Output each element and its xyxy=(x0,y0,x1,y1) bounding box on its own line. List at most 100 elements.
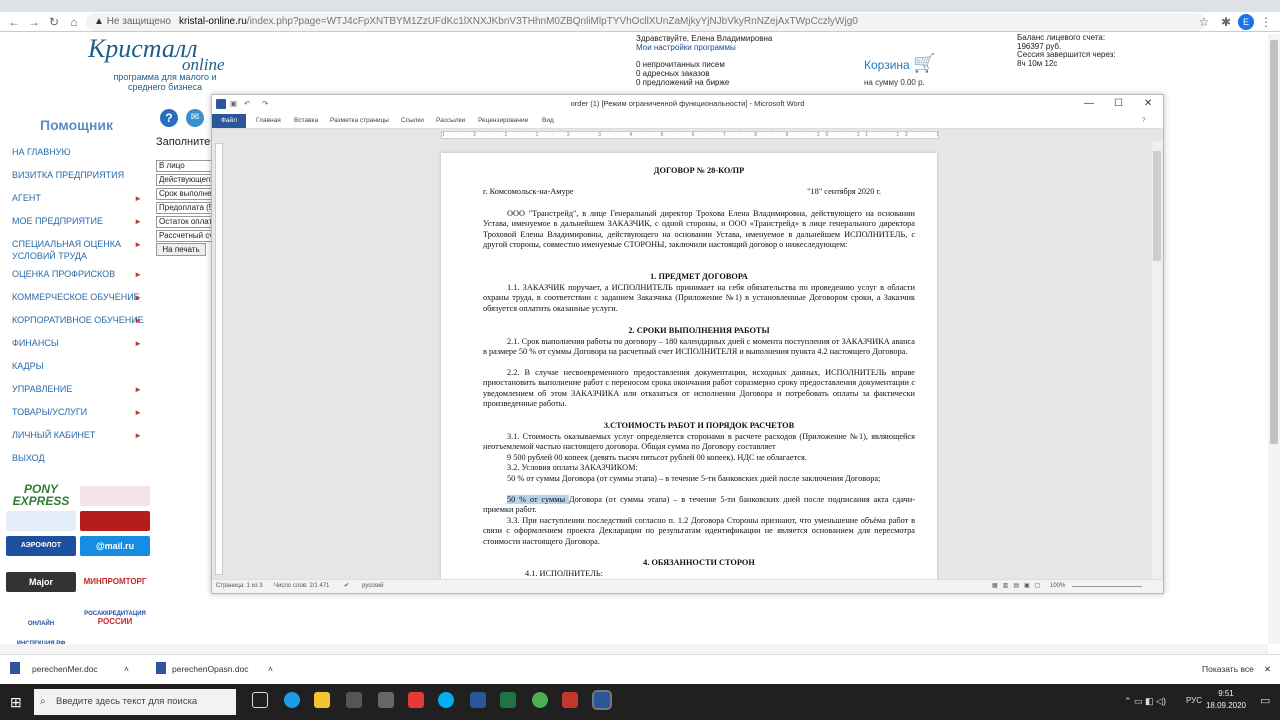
partner-online-inspection[interactable]: ОНЛАЙН ИНСПЕКЦИЯ.РФ xyxy=(6,614,76,647)
menu-item-finance[interactable]: ФИНАНСЫ ► xyxy=(12,337,152,360)
edge-icon[interactable] xyxy=(284,692,300,708)
input-language[interactable]: РУС xyxy=(1186,696,1202,705)
partner-minpromtorg[interactable]: МИНПРОМТОРГ РОССИИ xyxy=(80,562,150,626)
clock[interactable]: 9:51 18.09.2020 xyxy=(1206,688,1246,712)
form-field[interactable]: Действующего xyxy=(156,174,212,186)
back-icon[interactable]: ← xyxy=(6,14,22,30)
download-file2[interactable]: perechenOpasn.doc xyxy=(172,664,249,674)
tab-insert[interactable]: Вставка xyxy=(294,117,318,124)
form-field[interactable]: Срок выполне xyxy=(156,188,212,200)
menu-item-company[interactable]: МОЕ ПРЕДПРИЯТИЕ ► xyxy=(12,215,152,238)
partner-aeroflot[interactable]: АЭРОФЛОТ xyxy=(6,536,76,556)
zoom-slider[interactable] xyxy=(1072,586,1142,587)
taskbar-search[interactable]: ⌕ Введите здесь текст для поиска xyxy=(34,689,236,715)
form-field[interactable]: Рассчетный сч xyxy=(156,230,212,242)
menu-item-card[interactable]: ВИЗИТКА ПРЕДПРИЯТИЯ xyxy=(12,169,152,192)
tab-review[interactable]: Рецензирование xyxy=(478,117,528,124)
close-icon[interactable]: ✕ xyxy=(1264,664,1271,675)
status-words[interactable]: Число слов: 2/1 471 xyxy=(274,580,329,593)
maximize-icon[interactable]: ☐ xyxy=(1114,95,1123,113)
menu-item-risks[interactable]: ОЦЕНКА ПРОФРИСКОВ ► xyxy=(12,268,152,291)
menu-dots-icon[interactable]: ⋮ xyxy=(1258,14,1274,30)
skype-icon[interactable] xyxy=(438,692,454,708)
chevron-up-icon[interactable]: ˄ xyxy=(124,664,129,674)
menu-item-cabinet[interactable]: ЛИЧНЫЙ КАБИНЕТ ► xyxy=(12,429,152,452)
download-file1[interactable]: perechenMer.doc xyxy=(32,664,98,674)
task-view-icon[interactable] xyxy=(252,692,268,708)
partner-logo[interactable] xyxy=(6,511,76,531)
chevron-up-icon[interactable]: ˄ xyxy=(268,664,273,674)
view-mode-icons[interactable]: ▦▥▤▣▢ xyxy=(992,580,1045,593)
page-hscrollbar[interactable] xyxy=(0,644,1268,654)
menu-item-hr[interactable]: КАДРЫ xyxy=(12,360,152,383)
menu-item-commercial-training[interactable]: КОММЕРЧЕСКОЕ ОБУЧЕНИЕ ► xyxy=(12,291,152,314)
tab-references[interactable]: Ссылки xyxy=(401,117,424,124)
tab-layout[interactable]: Разметка страницы xyxy=(330,117,389,124)
profile-avatar[interactable]: Е xyxy=(1238,14,1254,30)
zoom-level[interactable]: 100% xyxy=(1050,580,1065,593)
tab-file[interactable]: Файл xyxy=(212,114,246,128)
mail-icon[interactable]: ✉ xyxy=(186,109,204,127)
status-language[interactable]: русский xyxy=(362,580,384,593)
page-scrollbar[interactable] xyxy=(1268,34,1280,644)
partner-logo[interactable] xyxy=(80,511,150,531)
reload-icon[interactable]: ↻ xyxy=(46,14,62,30)
word-taskbar-icon[interactable] xyxy=(470,692,486,708)
menu-item-sout[interactable]: СПЕЦИАЛЬНАЯ ОЦЕНКА УСЛОВИЙ ТРУДА ► xyxy=(12,238,152,268)
app-icon[interactable] xyxy=(378,692,394,708)
yandex-icon[interactable] xyxy=(408,692,424,708)
spellcheck-icon[interactable]: ✔ xyxy=(344,580,349,593)
tab-home[interactable]: Главная xyxy=(256,117,281,124)
partner-mailru[interactable]: @mail.ru xyxy=(80,536,150,556)
document-page[interactable]: ДОГОВОР № 28-КО/ПР г. Комсомольск-на-Аму… xyxy=(441,153,937,579)
tab-mailings[interactable]: Рассылки xyxy=(436,117,465,124)
scroll-thumb[interactable] xyxy=(1153,151,1161,261)
menu-item-exit[interactable]: ВЫХОД xyxy=(12,452,152,475)
partner-major[interactable]: Major xyxy=(6,572,76,592)
menu-item-home[interactable]: НА ГЛАВНУЮ xyxy=(12,146,152,169)
form-field[interactable]: Предоплата (5 xyxy=(156,202,212,214)
cart-link[interactable]: Корзина 🛒 xyxy=(864,53,935,74)
excel-icon[interactable] xyxy=(500,692,516,708)
print-button[interactable]: На печать xyxy=(156,243,206,256)
page-scroll-thumb[interactable] xyxy=(1270,40,1278,444)
file-explorer-icon[interactable] xyxy=(314,692,330,708)
partner-pony-express[interactable]: PONY EXPRESS xyxy=(6,483,76,507)
doc-title: ДОГОВОР № 28-КО/ПР xyxy=(653,166,745,175)
store-icon[interactable] xyxy=(346,692,362,708)
forward-icon[interactable]: → xyxy=(26,14,42,30)
menu-item-management[interactable]: УПРАВЛЕНИЕ ► xyxy=(12,383,152,406)
help-icon[interactable]: ? xyxy=(160,109,178,127)
bookmark-star-icon[interactable]: ☆ xyxy=(1196,14,1212,30)
chrome-icon[interactable] xyxy=(532,692,548,708)
minimize-icon[interactable]: — xyxy=(1084,95,1094,113)
status-page[interactable]: Страница: 1 из 3 xyxy=(216,580,263,593)
tab-view[interactable]: Вид xyxy=(542,117,554,124)
partner-rosaccreditation[interactable]: РОСАККРЕДИТАЦИЯ xyxy=(80,604,150,624)
word-window[interactable]: ▣ ↶ ↷ order (1) [Режим ограниченной функ… xyxy=(211,94,1164,594)
extensions-icon[interactable]: ✱ xyxy=(1218,14,1234,30)
tray-icons[interactable]: ⌃ ▭ ◧ ◁) xyxy=(1124,696,1166,707)
settings-link[interactable]: Мои настройки программы xyxy=(636,43,772,52)
menu-item-goods[interactable]: ТОВАРЫ/УСЛУГИ ► xyxy=(12,406,152,429)
selected-text[interactable]: 50 % от суммы xyxy=(507,495,569,504)
partner-logo[interactable] xyxy=(80,486,150,506)
form-field[interactable]: Остаток оплат xyxy=(156,216,212,228)
notifications-icon[interactable]: ▭ xyxy=(1260,694,1270,707)
horizontal-ruler[interactable]: 1 · 2 · 1 · 1 · 2 · 3 · 4 · 5 · 6 · 7 · … xyxy=(441,131,939,139)
unread-messages[interactable]: 0 непрочитанных писем xyxy=(636,60,729,69)
menu-item-agent[interactable]: АГЕНТ ► xyxy=(12,192,152,215)
close-icon[interactable]: ✕ xyxy=(1144,95,1152,113)
form-field[interactable]: В лицо xyxy=(156,160,212,172)
address-bar[interactable]: ▲ Не защищено kristal-online.ru/index.php… xyxy=(86,13,1206,31)
help-icon[interactable]: ? xyxy=(1142,117,1146,124)
address-orders[interactable]: 0 адресных заказов xyxy=(636,69,729,78)
windows-start-icon[interactable]: ⊞ xyxy=(10,694,22,711)
app-icon[interactable] xyxy=(562,692,578,708)
show-all-downloads[interactable]: Показать все xyxy=(1202,664,1254,674)
vertical-scrollbar[interactable] xyxy=(1152,141,1162,581)
exchange-offers[interactable]: 0 предложений на бирже xyxy=(636,78,729,87)
word-active-icon[interactable] xyxy=(592,690,612,710)
menu-item-corporate-training[interactable]: КОРПОРАТИВНОЕ ОБУЧЕНИЕ ► xyxy=(12,314,152,337)
home-icon[interactable]: ⌂ xyxy=(66,14,82,30)
